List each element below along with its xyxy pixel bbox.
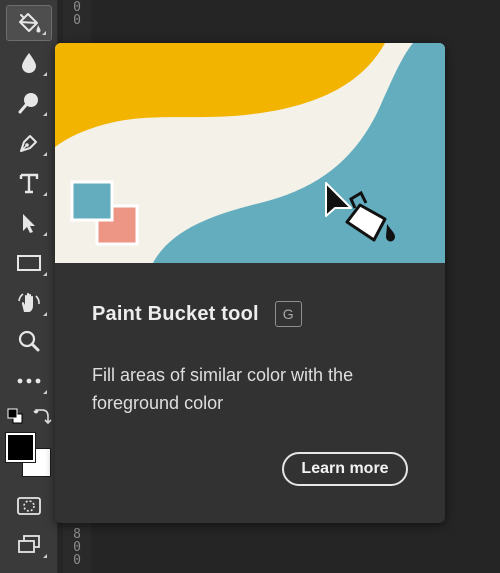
zoom-icon [18,330,40,352]
tool-group-indicator [43,390,47,394]
ruler-label-bottom: 8 0 0 [73,527,81,568]
rectangle-tool-button[interactable] [6,245,52,281]
tooltip-description: Fill areas of similar color with the for… [92,365,354,413]
blur-tool-button[interactable] [6,45,52,81]
path-selection-icon [23,214,35,233]
paint-bucket-tool-button[interactable] [6,5,52,41]
default-colors-button[interactable] [7,408,25,426]
path-selection-tool-button[interactable] [6,205,52,241]
rectangle-icon [17,255,41,271]
tool-group-indicator [43,272,47,276]
tool-group-indicator [43,232,47,236]
pen-tool-button[interactable] [6,125,52,161]
type-icon [19,173,39,194]
tool-group-indicator [43,554,47,558]
blur-icon [22,53,36,73]
hand-rotate-icon [18,292,40,312]
default-colors-icon [7,408,23,424]
rotate-view-tool-button[interactable] [6,285,52,321]
tool-group-indicator [43,72,47,76]
tools-panel [0,0,58,573]
more-tools-icon [17,378,41,384]
dodge-tool-button[interactable] [6,85,52,121]
tool-group-indicator [42,31,46,35]
foreground-color-square [70,180,114,222]
tool-group-indicator [43,192,47,196]
tool-group-indicator [43,112,47,116]
tool-group-indicator [43,152,47,156]
pen-icon [20,135,37,152]
paint-bucket-icon [19,13,41,33]
ruler-label-top: 0 0 [73,0,81,28]
quick-mask-button[interactable] [6,488,52,524]
screen-mode-button[interactable] [6,527,52,563]
learn-more-button[interactable]: Learn more [282,452,408,486]
tool-group-indicator [43,312,47,316]
zoom-tool-button[interactable] [6,323,52,359]
screen-mode-icon [18,535,40,553]
tooltip-header: Paint Bucket tool G [92,301,302,327]
swap-colors-icon [33,409,52,425]
shortcut-key-badge: G [274,301,302,327]
foreground-color-swatch[interactable] [5,432,36,463]
dodge-icon [18,93,38,114]
swap-colors-button[interactable] [32,407,52,427]
more-tools-button[interactable] [6,363,52,399]
rich-tooltip-card: Paint Bucket tool G Fill areas of simila… [55,43,445,523]
type-tool-button[interactable] [6,165,52,201]
quick-mask-icon [17,497,41,515]
app-root: 0 0 8 0 0 Paint Bucket tool G Fill areas… [0,0,500,573]
paint-bucket-illustration [55,43,445,263]
tooltip-title: Paint Bucket tool [92,302,259,325]
